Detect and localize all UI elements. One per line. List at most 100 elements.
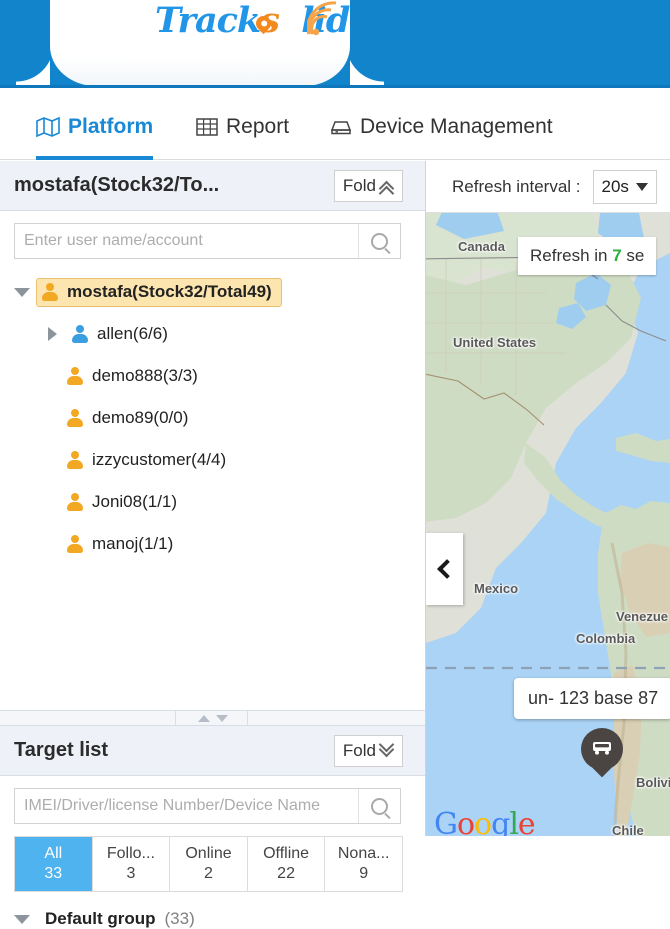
group-expand-triangle-down-icon[interactable] (14, 914, 30, 924)
map-label-colombia: Colombia (576, 631, 636, 646)
user-icon (41, 282, 59, 301)
map-label-canada: Canada (458, 239, 505, 254)
nav-tab-device-management[interactable]: Device Management (330, 88, 553, 160)
map-label-chile: Chile (612, 823, 644, 836)
nav-tab-report-label: Report (226, 115, 290, 138)
map-graphic (426, 213, 670, 836)
user-icon (66, 367, 84, 385)
user-icon (71, 325, 89, 343)
splitter-up-icon[interactable] (197, 714, 210, 722)
target-panel-title: Target list (14, 739, 109, 761)
refresh-countdown-seconds: 7 (612, 246, 622, 265)
filter-tab-nonactivated-count: 9 (359, 865, 369, 882)
user-panel-title: mostafa(Stock32/To... (14, 174, 220, 196)
active-tab-underline (36, 156, 154, 160)
bus-icon (593, 742, 611, 755)
user-tree: mostafa(Stock32/Total49) allen(6/6) demo… (0, 265, 425, 583)
expand-triangle-down-icon[interactable] (14, 287, 30, 297)
filter-tab-online-label: Online (185, 845, 232, 862)
tree-item-manoj-label: manoj(1/1) (92, 534, 174, 553)
logo-tab: Tracksolid (16, 0, 384, 86)
user-icon (66, 493, 84, 511)
filter-tab-all-count: 33 (44, 865, 63, 882)
target-search-input[interactable] (15, 789, 358, 823)
expand-triangle-right-icon[interactable] (48, 327, 57, 341)
tree-item-demo89-wrap: demo89(0/0) (66, 408, 188, 428)
nav-tab-device-management-label: Device Management (360, 115, 553, 138)
target-list-section: Target list Fold All 33 Follo... 3 (0, 726, 425, 928)
signal-waves-icon (307, 1, 337, 36)
google-attribution: Google (434, 807, 536, 836)
search-icon (371, 797, 388, 815)
tree-item-izzycustomer[interactable]: izzycustomer(4/4) (0, 439, 425, 481)
refresh-countdown-toast: Refresh in 7 se (518, 237, 657, 275)
refresh-interval-value: 20s (601, 176, 629, 196)
user-icon (66, 451, 84, 469)
device-map-marker[interactable] (581, 728, 623, 778)
nav-tab-platform-label: Platform (68, 115, 154, 138)
chevron-down-icon (378, 736, 395, 758)
tree-item-allen-wrap: allen(6/6) (71, 324, 168, 344)
panel-splitter[interactable] (0, 710, 425, 726)
target-panel-header: Target list Fold (0, 726, 425, 776)
search-icon (371, 232, 388, 250)
target-search-box[interactable] (14, 788, 401, 824)
user-search-input[interactable] (15, 224, 358, 258)
tree-item-demo888-wrap: demo888(3/3) (66, 366, 198, 386)
map-label-mexico: Mexico (474, 581, 519, 596)
refresh-interval-select[interactable]: 20s (592, 169, 657, 204)
tree-item-demo89[interactable]: demo89(0/0) (0, 397, 425, 439)
map-toolbar: Refresh interval : 20s (426, 161, 670, 213)
target-panel-fold-button[interactable]: Fold (333, 735, 403, 767)
main-navigation: Platform Report Device Management (0, 88, 670, 160)
user-icon (66, 409, 84, 427)
filter-tab-offline-count: 22 (277, 865, 295, 882)
filter-tab-follow[interactable]: Follo... 3 (92, 837, 171, 891)
user-icon (66, 535, 84, 553)
filter-tab-nonactivated-label: Nona... (337, 845, 390, 862)
device-marker-tooltip[interactable]: un- 123 base 87 (514, 678, 670, 719)
tree-item-selected-wrap: mostafa(Stock32/Total49) (36, 277, 282, 307)
splitter-down-icon[interactable] (215, 714, 228, 722)
nav-tab-report[interactable]: Report (196, 88, 289, 160)
tree-item-demo888[interactable]: demo888(3/3) (0, 355, 425, 397)
map-panel: Refresh interval : 20s Canada United Sta… (426, 161, 670, 836)
tree-item-mostafa[interactable]: mostafa(Stock32/Total49) (0, 271, 425, 313)
tree-item-manoj[interactable]: manoj(1/1) (0, 523, 425, 565)
map-label-united-states: United States (453, 335, 537, 350)
group-count: (33) (164, 909, 195, 928)
tree-item-joni08-wrap: Joni08(1/1) (66, 492, 177, 512)
map-canvas[interactable]: Canada United States Mexico Venezue Colo… (426, 213, 670, 836)
tree-item-joni08[interactable]: Joni08(1/1) (0, 481, 425, 523)
tree-item-allen[interactable]: allen(6/6) (0, 313, 425, 355)
user-search-row (0, 211, 425, 265)
target-search-button[interactable] (358, 789, 400, 823)
tree-item-manoj-wrap: manoj(1/1) (66, 534, 173, 554)
map-collapse-sidebar-button[interactable] (426, 533, 463, 605)
target-panel-fold-label: Fold (342, 741, 376, 760)
tree-item-allen-label: allen(6/6) (97, 324, 168, 343)
table-icon (196, 118, 218, 136)
filter-tab-all[interactable]: All 33 (15, 837, 93, 891)
chevron-down-icon (635, 182, 648, 191)
group-row-default[interactable]: Default group (33) (14, 909, 425, 929)
tracksolid-logo[interactable]: Tracksolid (155, 0, 365, 54)
filter-tab-nonactivated[interactable]: Nona... 9 (325, 837, 403, 891)
refresh-countdown-suffix: se (626, 246, 645, 265)
tree-item-izzycustomer-wrap: izzycustomer(4/4) (66, 450, 226, 470)
group-name: Default group (45, 909, 156, 928)
map-label-bolivia: Bolivi (636, 775, 670, 790)
filter-tab-offline[interactable]: Offline 22 (247, 837, 326, 891)
left-sidebar: mostafa(Stock32/To... Fold mostafa(Stock… (0, 161, 426, 928)
tree-item-demo89-label: demo89(0/0) (92, 408, 189, 427)
user-panel-fold-button[interactable]: Fold (333, 170, 403, 202)
filter-tab-all-label: All (44, 845, 63, 862)
user-panel-header: mostafa(Stock32/To... Fold (0, 161, 425, 211)
user-search-box[interactable] (14, 223, 401, 259)
user-search-button[interactable] (358, 224, 400, 258)
nav-tab-platform[interactable]: Platform (36, 88, 154, 160)
user-panel-fold-label: Fold (342, 176, 376, 195)
filter-tab-online[interactable]: Online 2 (170, 837, 248, 891)
target-filter-tabs: All 33 Follo... 3 Online 2 Offline 22 No… (14, 836, 403, 892)
server-icon (330, 121, 352, 135)
